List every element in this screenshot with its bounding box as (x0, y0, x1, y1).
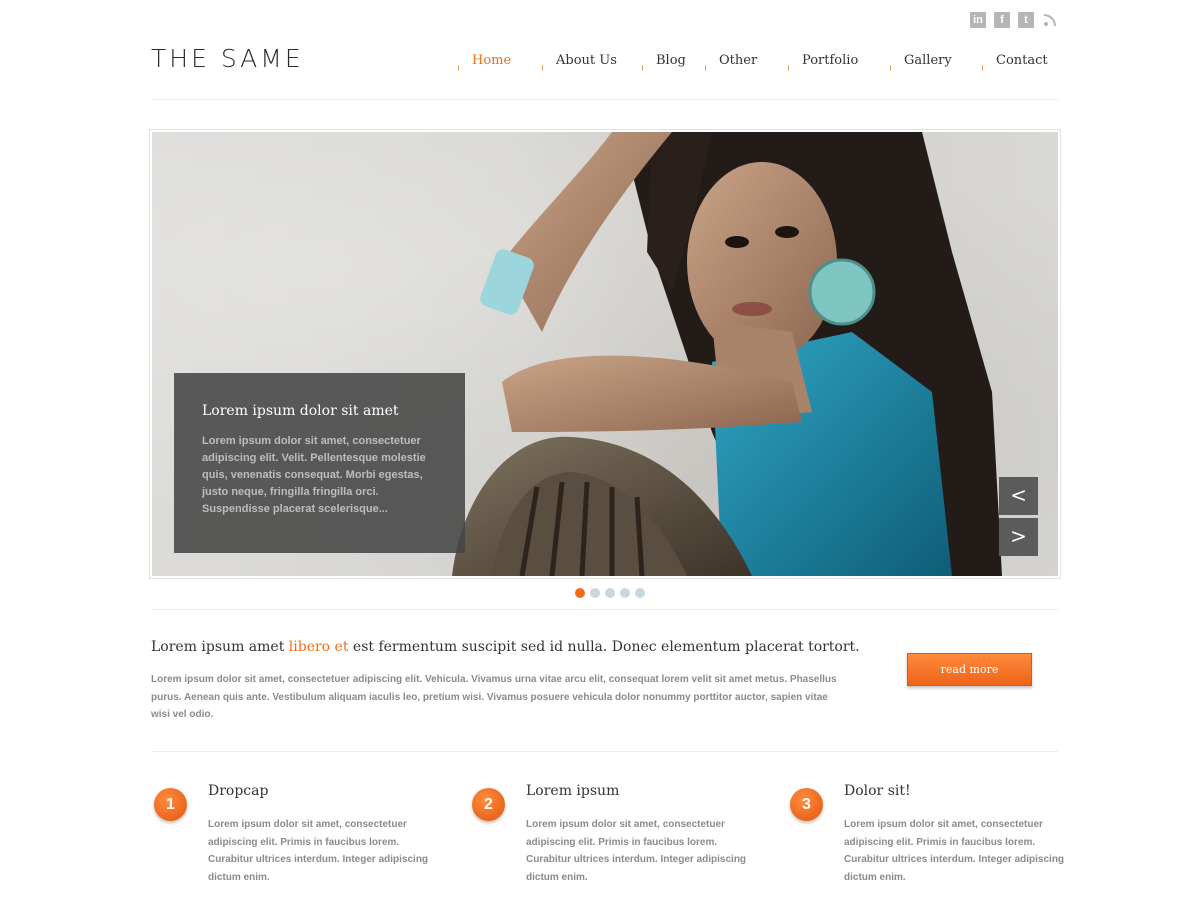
slider-dot[interactable] (605, 588, 615, 598)
feature-title: Lorem ipsum (526, 783, 620, 799)
twitter-icon[interactable]: t (1018, 12, 1034, 28)
slider-next-button[interactable]: > (999, 518, 1038, 556)
social-links: in f t (970, 12, 1058, 28)
linkedin-icon[interactable]: in (970, 12, 986, 28)
nav-item-home[interactable]: Home (458, 53, 542, 73)
number-badge: 3 (790, 788, 823, 821)
nav-item-blog[interactable]: Blog (642, 53, 705, 73)
number-badge: 1 (154, 788, 187, 821)
intro-divider (151, 751, 1058, 752)
caption-title: Lorem ipsum dolor sit amet (202, 403, 399, 419)
slider-prev-button[interactable]: < (999, 477, 1038, 515)
slide-caption: Lorem ipsum dolor sit amet Lorem ipsum d… (174, 373, 465, 553)
feature-text: Lorem ipsum dolor sit amet, consectetuer… (526, 819, 747, 883)
nav-item-other[interactable]: Other (705, 53, 788, 73)
site-logo[interactable]: THE SAME (151, 44, 304, 73)
intro-heading-start: Lorem ipsum amet (151, 639, 289, 655)
slide-image: Lorem ipsum dolor sit amet Lorem ipsum d… (152, 132, 1058, 576)
nav-item-contact[interactable]: Contact (982, 53, 1052, 73)
nav-item-portfolio[interactable]: Portfolio (788, 53, 890, 73)
header-divider (151, 99, 1058, 100)
intro-text: Lorem ipsum dolor sit amet, consectetuer… (151, 674, 837, 720)
nav-item-about-us[interactable]: About Us (542, 53, 642, 73)
slider-dot[interactable] (620, 588, 630, 598)
feature-text: Lorem ipsum dolor sit amet, consectetuer… (844, 819, 1065, 883)
slider-dot[interactable] (635, 588, 645, 598)
feature-title: Dropcap (208, 783, 269, 799)
feature-text: Lorem ipsum dolor sit amet, consectetuer… (208, 819, 429, 883)
intro-heading-end: est fermentum suscipit sed id nulla. Don… (348, 639, 860, 655)
intro-heading-highlight[interactable]: libero et (289, 639, 349, 655)
intro-heading: Lorem ipsum amet libero et est fermentum… (151, 639, 860, 655)
main-nav: Home About Us Blog Other Portfolio Galle… (458, 53, 1052, 73)
slider-dot[interactable] (590, 588, 600, 598)
slider-pagination (575, 588, 645, 598)
hero-slider: Lorem ipsum dolor sit amet Lorem ipsum d… (149, 129, 1061, 579)
read-more-button[interactable]: read more (907, 653, 1032, 686)
rss-icon[interactable] (1042, 12, 1058, 28)
feature-title: Dolor sit! (844, 783, 911, 799)
caption-text: Lorem ipsum dolor sit amet, consectetuer… (202, 435, 426, 515)
facebook-icon[interactable]: f (994, 12, 1010, 28)
slider-divider (151, 609, 1058, 610)
slider-dot[interactable] (575, 588, 585, 598)
nav-item-gallery[interactable]: Gallery (890, 53, 982, 73)
number-badge: 2 (472, 788, 505, 821)
